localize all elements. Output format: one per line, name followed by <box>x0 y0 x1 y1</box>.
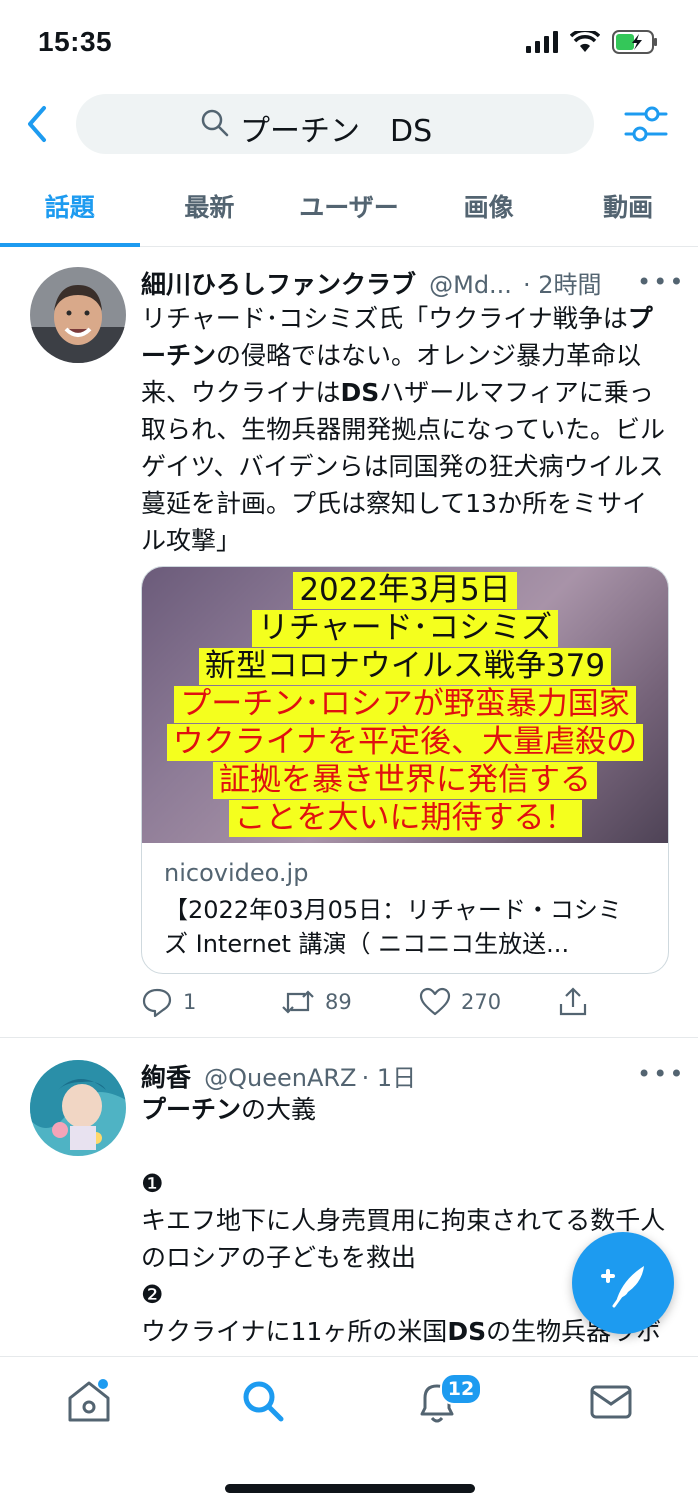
search-nav-icon[interactable] <box>240 1378 286 1424</box>
signal-icon <box>526 31 558 53</box>
tweet-text-line: プーチンの大義 <box>141 1091 669 1128</box>
retweet-count: 89 <box>325 990 352 1014</box>
wifi-icon <box>570 31 600 52</box>
card-image-caption: ウクライナを平定後、大量虐殺の <box>166 724 644 761</box>
tweet-text-line <box>141 1128 669 1165</box>
battery-icon <box>612 30 657 54</box>
tweet-text-segment: の大義 <box>241 1095 317 1124</box>
tab-top[interactable]: 話題 <box>0 180 140 247</box>
card-image-caption: 証拠を暴き世界に発信する <box>213 762 597 799</box>
tab-latest[interactable]: 最新 <box>140 180 280 246</box>
card-image-caption: ことを大いに期待する！ <box>228 800 582 837</box>
tweet-text[interactable]: リチャード･コシミズ氏「ウクライナ戦争はプーチンの侵略ではない。オレンジ暴力革命… <box>141 300 669 559</box>
reply-count: 1 <box>183 990 197 1014</box>
tweet-time: · 1日 <box>361 1064 417 1092</box>
tweet-author-handle[interactable]: @QueenARZ <box>204 1064 356 1092</box>
retweet-button[interactable]: 89 <box>281 986 419 1018</box>
reply-button[interactable]: 1 <box>141 986 281 1018</box>
home-icon[interactable] <box>66 1378 112 1424</box>
card-image-caption: リチャード･コシミズ <box>251 610 559 647</box>
tweet-author-name[interactable]: 絢香 <box>141 1063 191 1092</box>
reply-icon <box>142 988 172 1018</box>
tweet-time: · 2時間 <box>523 271 602 299</box>
share-icon <box>559 987 587 1016</box>
avatar[interactable] <box>30 1060 126 1156</box>
card-image: 2022年3月5日 リチャード･コシミズ 新型コロナウイルス戦争379 プーチン･ロシ… <box>142 567 668 843</box>
more-options-icon[interactable]: ••• <box>637 268 685 296</box>
back-chevron-icon[interactable] <box>22 104 52 144</box>
card-image-caption: 新型コロナウイルス戦争379 <box>198 648 612 685</box>
tweet-author-handle[interactable]: @Md... <box>429 271 512 299</box>
tweet-text-segment: ❷ <box>141 1280 164 1309</box>
like-count: 270 <box>461 990 502 1014</box>
search-query: プーチン DS <box>240 114 433 149</box>
search-icon <box>201 109 229 137</box>
highlighted-term: DS <box>447 1317 487 1346</box>
tweet-divider <box>0 1037 698 1038</box>
tab-photos[interactable]: 画像 <box>419 180 559 246</box>
messages-icon[interactable] <box>589 1382 633 1422</box>
like-button[interactable]: 270 <box>419 986 557 1018</box>
card-image-caption: 2022年3月5日 <box>293 572 517 609</box>
tweet-actions: 1 89 270 <box>141 986 661 1018</box>
highlighted-term: プーチン <box>141 1095 242 1124</box>
more-options-icon[interactable]: ••• <box>637 1060 685 1088</box>
compose-tweet-button[interactable] <box>572 1232 674 1334</box>
search-settings-icon[interactable] <box>622 100 670 148</box>
tweet-author-name[interactable]: 細川ひろしファンクラブ <box>141 270 416 299</box>
highlighted-term: DS <box>340 378 380 407</box>
tweet-text-segment: ウクライナに11ヶ所の米国 <box>141 1317 448 1346</box>
tab-videos[interactable]: 動画 <box>558 180 698 246</box>
card-domain: nicovideo.jp <box>164 859 309 887</box>
tweet-text-segment: リチャード･コシミズ氏「ウクライナ戦争は <box>141 304 628 333</box>
heart-icon <box>419 987 451 1016</box>
card-title: 【2022年03月05日：リチャード・コシミズ Internet 講演（ ニコニ… <box>164 896 622 958</box>
status-icons <box>526 30 658 54</box>
compose-feather-icon <box>601 1266 644 1308</box>
tweet-text-line: ❶ <box>141 1165 669 1202</box>
status-time: 15:35 <box>38 26 113 57</box>
card-image-caption: プーチン･ロシアが野蛮暴力国家 <box>174 686 636 723</box>
tweet-text-segment: ❶ <box>141 1169 164 1198</box>
share-button[interactable] <box>557 986 589 1018</box>
search-input[interactable]: プーチン DS <box>76 94 594 154</box>
search-tabs: 話題 最新 ユーザー 画像 動画 <box>0 180 698 247</box>
link-card[interactable]: 2022年3月5日 リチャード･コシミズ 新型コロナウイルス戦争379 プーチン･ロシ… <box>141 566 669 974</box>
home-indicator <box>225 1484 475 1493</box>
tab-people[interactable]: ユーザー <box>279 180 419 246</box>
avatar[interactable] <box>30 267 126 363</box>
notification-badge: 12 <box>440 1373 482 1405</box>
retweet-icon <box>282 990 314 1014</box>
